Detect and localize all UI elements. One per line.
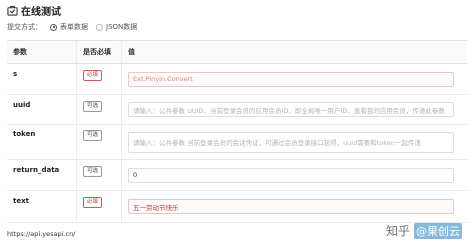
- param-name: token: [13, 130, 36, 138]
- optional-badge: 可选: [83, 130, 103, 141]
- watermark: 知乎 @果创云: [386, 222, 463, 239]
- radio-form-data[interactable]: 表单数据: [50, 22, 88, 32]
- table-row: token 可选 请输入：公共参数 当前登录会员的会话凭证，可通过会员登录接口获…: [7, 125, 467, 160]
- table-row: return_data 可选 0: [7, 160, 467, 191]
- param-input-text[interactable]: 五一劳动节快乐: [128, 199, 454, 214]
- watermark-handle: @果创云: [414, 222, 463, 239]
- optional-badge: 可选: [83, 101, 103, 112]
- param-name: text: [13, 197, 29, 205]
- table-header: 参数 是否必填 值: [7, 41, 467, 64]
- section-title: 在线测试: [7, 3, 61, 18]
- table-row: text 必填 五一劳动节快乐: [7, 191, 467, 223]
- param-name: uuid: [13, 101, 31, 109]
- param-input-s[interactable]: Ext.Pinyin.Convert: [128, 71, 454, 87]
- radio-json-data-label: JSON数据: [106, 23, 138, 31]
- param-input-return-data[interactable]: 0: [128, 167, 454, 183]
- radio-form-data-label: 表单数据: [60, 23, 88, 31]
- required-badge: 必填: [83, 70, 103, 81]
- table-row: s 必填 Ext.Pinyin.Convert: [7, 64, 467, 95]
- submit-method-row: 提交方式： 表单数据 JSON数据: [7, 22, 137, 32]
- optional-badge: 可选: [83, 166, 103, 177]
- param-input-uuid[interactable]: 请输入：公共参数 UUID，当前登录会员的应用会员ID，即全局唯一用户ID，查看…: [128, 102, 454, 117]
- table-row: uuid 可选 请输入：公共参数 UUID，当前登录会员的应用会员ID，即全局唯…: [7, 95, 467, 125]
- column-header-required: 是否必填: [77, 41, 122, 63]
- watermark-text: 知乎: [386, 224, 411, 238]
- radio-dot-icon: [96, 23, 103, 31]
- radio-dot-icon: [50, 23, 57, 31]
- submit-method-label: 提交方式：: [7, 23, 42, 31]
- param-name: s: [13, 70, 18, 78]
- api-url: https://api.yesapi.cn/: [7, 230, 76, 238]
- column-header-param: 参数: [7, 41, 77, 63]
- param-input-token[interactable]: 请输入：公共参数 当前登录会员的会话凭证，可通过会员登录接口获得，uuid需要和…: [128, 131, 454, 153]
- radio-json-data[interactable]: JSON数据: [96, 22, 137, 32]
- section-title-text: 在线测试: [21, 7, 61, 18]
- column-header-value: 值: [128, 48, 135, 56]
- required-badge: 必填: [83, 197, 103, 208]
- params-table: 参数 是否必填 值 s 必填 Ext.Pinyin.Convert uuid 可…: [7, 40, 467, 223]
- param-name: return_data: [13, 166, 60, 174]
- test-icon: [7, 5, 18, 16]
